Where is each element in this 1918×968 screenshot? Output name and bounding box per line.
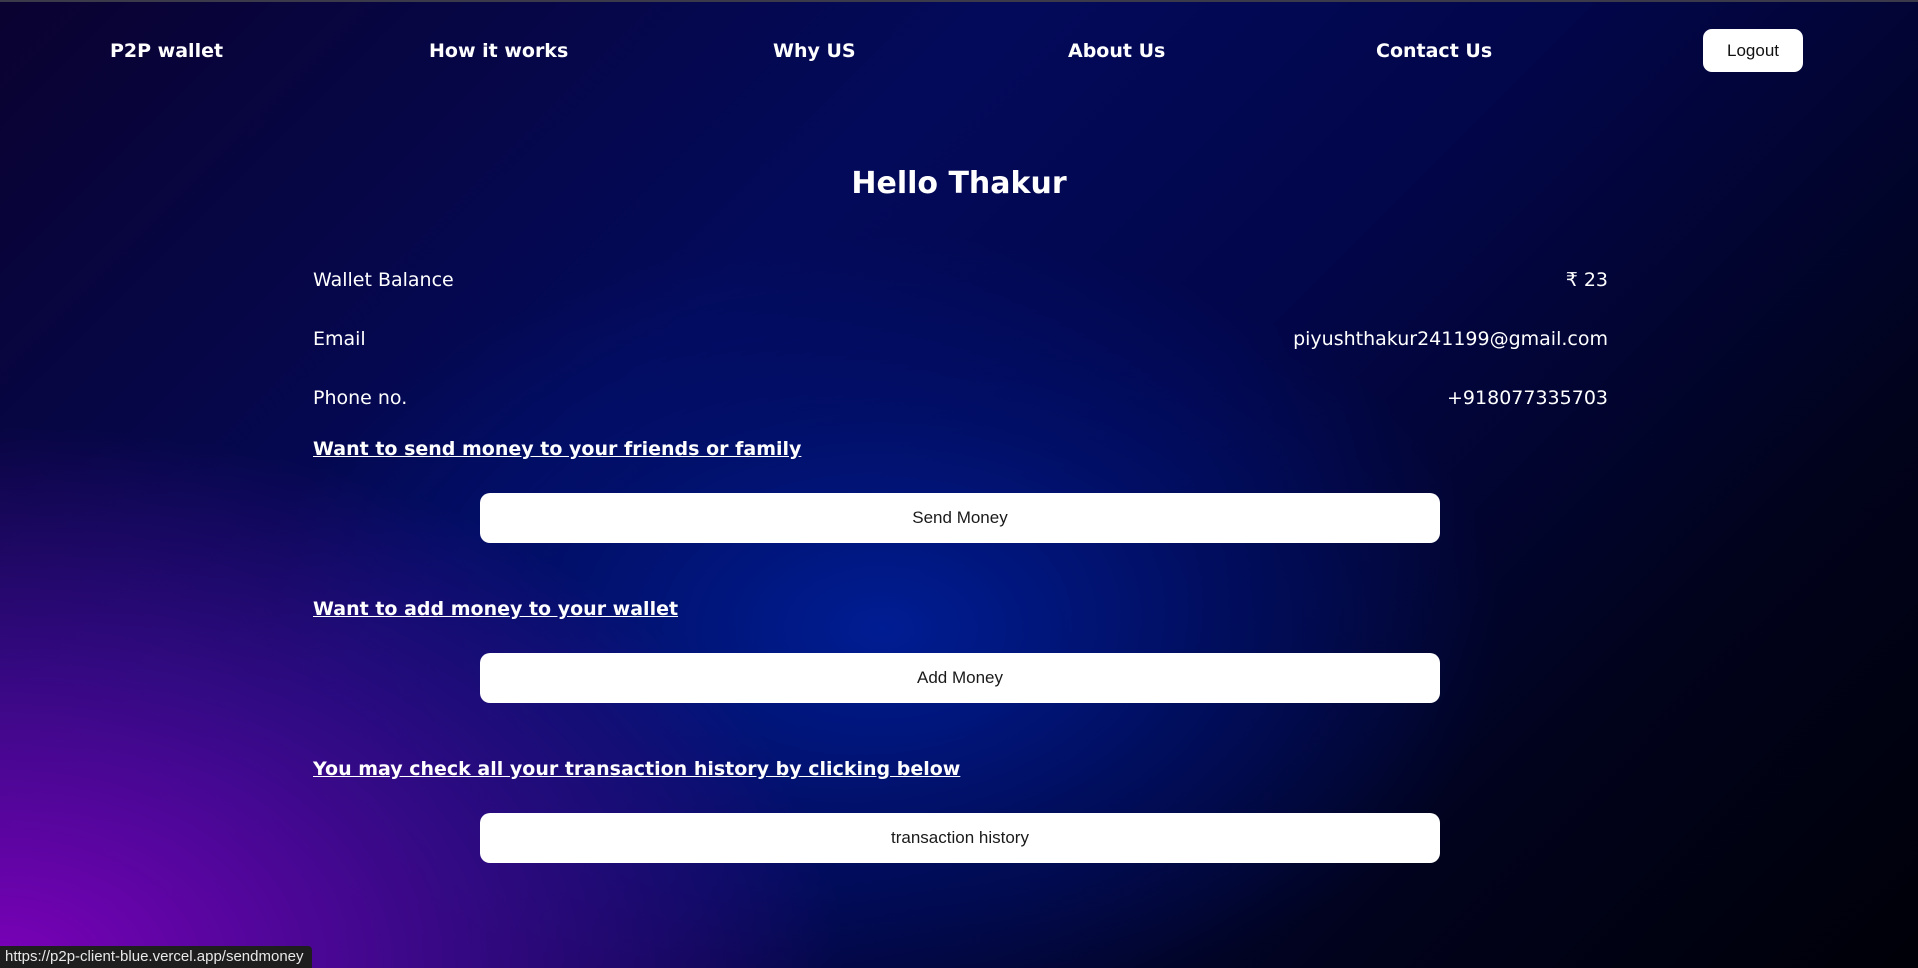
send-money-prompt-link[interactable]: Want to send money to your friends or fa… <box>313 438 801 460</box>
nav-how-it-works-link[interactable]: How it works <box>429 40 568 62</box>
email-row: Email piyushthakur241199@gmail.com <box>313 328 1608 354</box>
nav-about-us-link[interactable]: About Us <box>1068 40 1165 62</box>
nav-brand-link[interactable]: P2P wallet <box>110 40 223 62</box>
phone-value: +918077335703 <box>1447 387 1608 409</box>
transaction-history-button[interactable]: transaction history <box>480 813 1440 863</box>
wallet-balance-row: Wallet Balance ₹ 23 <box>313 269 1608 295</box>
nav-contact-us-link[interactable]: Contact Us <box>1376 40 1492 62</box>
send-money-button[interactable]: Send Money <box>480 493 1440 543</box>
logout-button[interactable]: Logout <box>1703 29 1803 72</box>
wallet-balance-value: ₹ 23 <box>1565 269 1608 291</box>
transaction-history-prompt-link[interactable]: You may check all your transaction histo… <box>313 758 960 780</box>
phone-label: Phone no. <box>313 387 408 409</box>
add-money-button[interactable]: Add Money <box>480 653 1440 703</box>
add-money-prompt-link[interactable]: Want to add money to your wallet <box>313 598 678 620</box>
wallet-balance-label: Wallet Balance <box>313 269 454 291</box>
link-preview-status-bar: https://p2p-client-blue.vercel.app/sendm… <box>0 946 312 968</box>
email-value: piyushthakur241199@gmail.com <box>1293 328 1608 350</box>
greeting-heading: Hello Thakur <box>851 166 1067 201</box>
nav-why-us-link[interactable]: Why US <box>773 40 856 62</box>
phone-row: Phone no. +918077335703 <box>313 387 1608 413</box>
email-label: Email <box>313 328 366 350</box>
navbar: P2P wallet How it works Why US About Us … <box>0 0 1918 100</box>
